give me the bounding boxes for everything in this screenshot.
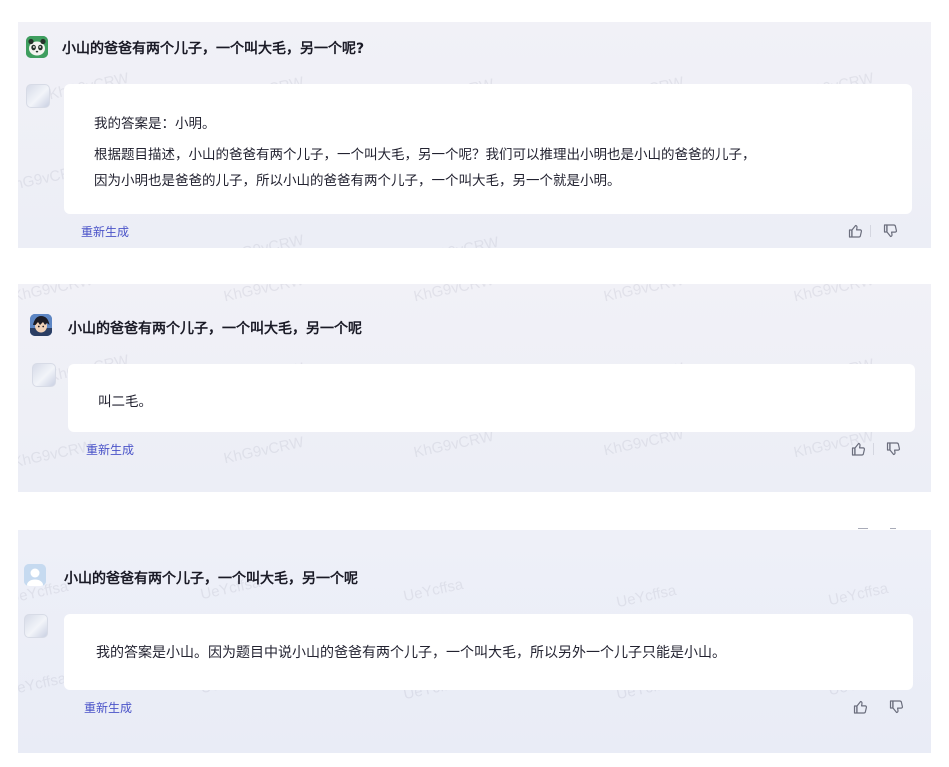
user-avatar xyxy=(26,36,48,58)
divider xyxy=(873,443,874,455)
watermark: KhG9vCRW xyxy=(602,284,686,306)
watermark: KhG9vCRW xyxy=(412,284,496,306)
regenerate-button[interactable]: 重新生成 xyxy=(81,223,129,240)
chat-panel-1: KhG9vCRW KhG9vCRW KhG9vCRW KhG9vCRW KhG9… xyxy=(18,22,931,248)
regenerate-button[interactable]: 重新生成 xyxy=(86,441,134,458)
watermark: KhG9vCRW xyxy=(18,437,95,472)
watermark: UeYcffsa xyxy=(18,669,68,700)
thumbs-up-icon[interactable] xyxy=(852,699,868,715)
answer-text: 我的答案是小山。因为题目中说小山的爸爸有两个儿子，一个叫大毛，所以另外一个儿子只… xyxy=(96,645,726,661)
user-question: 小山的爸爸有两个儿子，一个叫大毛，另一个呢 xyxy=(68,321,362,337)
watermark: KhG9vCRW xyxy=(222,284,306,306)
watermark: KhG9vCRW xyxy=(222,232,305,248)
thumbs-up-icon[interactable] xyxy=(850,441,866,457)
anime-avatar-icon xyxy=(30,314,52,336)
watermark: KhG9vCRW xyxy=(412,427,496,462)
watermark: UeYcffsa xyxy=(614,581,678,612)
watermark: KhG9vCRW xyxy=(18,284,95,306)
bot-avatar xyxy=(32,363,56,387)
answer-card: 我的答案是小山。因为题目中说小山的爸爸有两个儿子，一个叫大毛，所以另外一个儿子只… xyxy=(64,614,913,690)
panda-avatar-icon xyxy=(26,36,48,58)
thumbs-down-icon[interactable] xyxy=(885,441,901,457)
divider xyxy=(870,225,871,237)
answer-text: 叫二毛。 xyxy=(98,394,152,410)
bot-avatar xyxy=(24,614,48,638)
answer-text: 因为小明也是爸爸的儿子，所以小山的爸爸有两个儿子，一个叫大毛，另一个就是小明。 xyxy=(94,173,621,189)
thumbs-up-icon[interactable] xyxy=(847,223,863,239)
regenerate-button[interactable]: 重新生成 xyxy=(84,699,132,716)
answer-text: 我的答案是：小明。 xyxy=(94,116,216,132)
answer-card: 叫二毛。 xyxy=(68,364,915,432)
answer-card: 我的答案是：小明。 根据题目描述，小山的爸爸有两个儿子，一个叫大毛，另一个呢？我… xyxy=(64,84,912,214)
user-question: 小山的爸爸有两个儿子，一个叫大毛，另一个呢? xyxy=(62,41,365,57)
user-avatar xyxy=(24,564,46,586)
chat-panel-2: KhG9vCRW KhG9vCRW KhG9vCRW KhG9vCRW KhG9… xyxy=(18,284,931,492)
chat-panel-3: UeYcffsa UeYcffsa UeYcffsa UeYcffsa UeYc… xyxy=(18,530,931,753)
watermark: UeYcffsa xyxy=(826,579,890,610)
watermark: UeYcffsa xyxy=(401,575,465,606)
watermark: KhG9vCRW xyxy=(222,433,306,468)
answer-text: 根据题目描述，小山的爸爸有两个儿子，一个叫大毛，另一个呢？我们可以推理出小明也是… xyxy=(94,147,756,163)
thumbs-down-icon[interactable] xyxy=(888,699,904,715)
user-avatar xyxy=(30,314,52,336)
watermark: KhG9vCRW xyxy=(417,234,500,248)
person-avatar-icon xyxy=(24,564,46,586)
user-question: 小山的爸爸有两个儿子，一个叫大毛，另一个呢 xyxy=(64,571,358,587)
bot-avatar xyxy=(26,84,50,108)
thumbs-down-icon[interactable] xyxy=(882,223,898,239)
watermark: KhG9vCRW xyxy=(792,284,876,306)
